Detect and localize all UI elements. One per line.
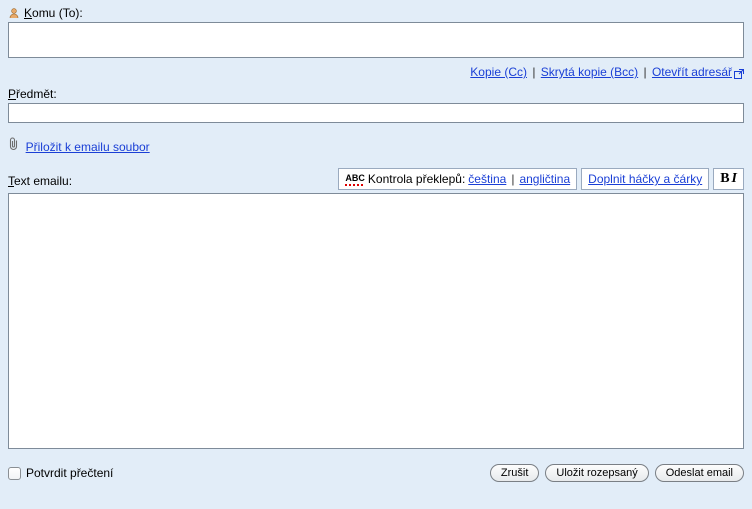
to-label-accel: K — [24, 6, 32, 20]
to-input[interactable] — [8, 22, 744, 58]
open-addressbook-label: Otevřít adresář — [652, 65, 732, 79]
to-label-rest: omu (To): — [32, 6, 83, 20]
body-textarea[interactable] — [8, 193, 744, 449]
body-label-rest: ext emailu: — [14, 174, 72, 188]
separator: | — [642, 65, 649, 79]
subject-input[interactable] — [8, 103, 744, 123]
confirm-read-label[interactable]: Potvrdit přečtení — [8, 466, 113, 480]
diacritics-box: Doplnit háčky a čárky — [581, 168, 709, 190]
to-label: Komu (To): — [8, 6, 83, 20]
italic-icon: I — [732, 171, 737, 187]
confirm-read-text: Potvrdit přečtení — [26, 466, 113, 480]
cc-link[interactable]: Kopie (Cc) — [470, 65, 527, 79]
save-draft-button[interactable]: Uložit rozepsaný — [545, 464, 648, 482]
open-addressbook-link[interactable]: Otevřít adresář — [652, 65, 744, 79]
spellcheck-label: Kontrola překlepů: — [368, 172, 465, 186]
subject-label: Předmět: — [8, 87, 57, 101]
bold-icon: B — [720, 171, 729, 187]
add-diacritics-link[interactable]: Doplnit háčky a čárky — [588, 172, 702, 186]
format-box[interactable]: B I — [713, 168, 744, 190]
paperclip-icon — [8, 139, 23, 154]
bcc-link[interactable]: Skrytá kopie (Bcc) — [541, 65, 638, 79]
separator: | — [509, 172, 516, 186]
subject-label-accel: P — [8, 87, 16, 101]
subject-label-rest: ředmět: — [16, 87, 57, 101]
spellcheck-icon: ABC — [345, 173, 365, 186]
spellcheck-english-link[interactable]: angličtina — [519, 172, 570, 186]
person-icon — [8, 7, 20, 19]
confirm-read-checkbox[interactable] — [8, 467, 21, 480]
cancel-button[interactable]: Zrušit — [490, 464, 540, 482]
body-label: Text emailu: — [8, 174, 72, 188]
external-link-icon — [734, 68, 744, 78]
spellcheck-box: ABC Kontrola překlepů: čeština | angličt… — [338, 168, 577, 190]
attach-file-link[interactable]: Přiložit k emailu soubor — [26, 140, 150, 154]
cc-bcc-links: Kopie (Cc) | Skrytá kopie (Bcc) | Otevří… — [8, 65, 744, 79]
spellcheck-czech-link[interactable]: čeština — [468, 172, 506, 186]
send-button[interactable]: Odeslat email — [655, 464, 744, 482]
separator: | — [530, 65, 537, 79]
